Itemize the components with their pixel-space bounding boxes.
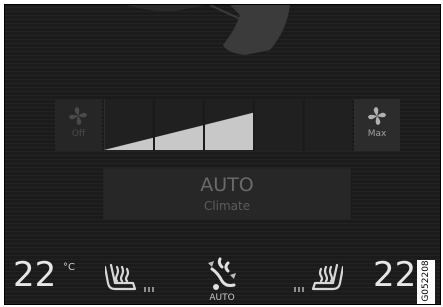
seat-heating-icon[interactable] <box>105 261 157 295</box>
auto-climate-subtitle: Climate <box>203 199 251 213</box>
fan-icon <box>69 107 87 125</box>
fan-off-label: Off <box>71 129 86 139</box>
fan-level-fill <box>104 112 254 150</box>
fan-max-label: Max <box>367 129 387 139</box>
driver-temperature[interactable]: 22 <box>13 258 56 292</box>
top-decoration-shape <box>125 5 290 55</box>
figure-code-label: G052208 <box>417 260 435 304</box>
driver-temperature-unit: °C <box>63 262 75 273</box>
airflow-distribution-icon[interactable] <box>206 257 238 291</box>
auto-climate-button[interactable]: AUTO Climate <box>103 168 351 220</box>
airflow-auto-label: AUTO <box>209 293 235 303</box>
seat-heating-icon[interactable] <box>291 261 343 295</box>
auto-climate-title: AUTO <box>200 174 254 196</box>
fan-level-ramp <box>104 99 305 151</box>
figure-code-text: G052208 <box>421 260 431 302</box>
fan-icon <box>368 107 386 125</box>
fan-speed-control: Off Max <box>55 99 400 151</box>
fan-off-button[interactable]: Off <box>55 99 102 151</box>
fan-max-button[interactable]: Max <box>354 99 400 151</box>
passenger-temperature[interactable]: 22 <box>373 258 416 292</box>
climate-screen: Off Max AUTO Climate 22 °C AUTO 22 G0522… <box>4 4 441 305</box>
